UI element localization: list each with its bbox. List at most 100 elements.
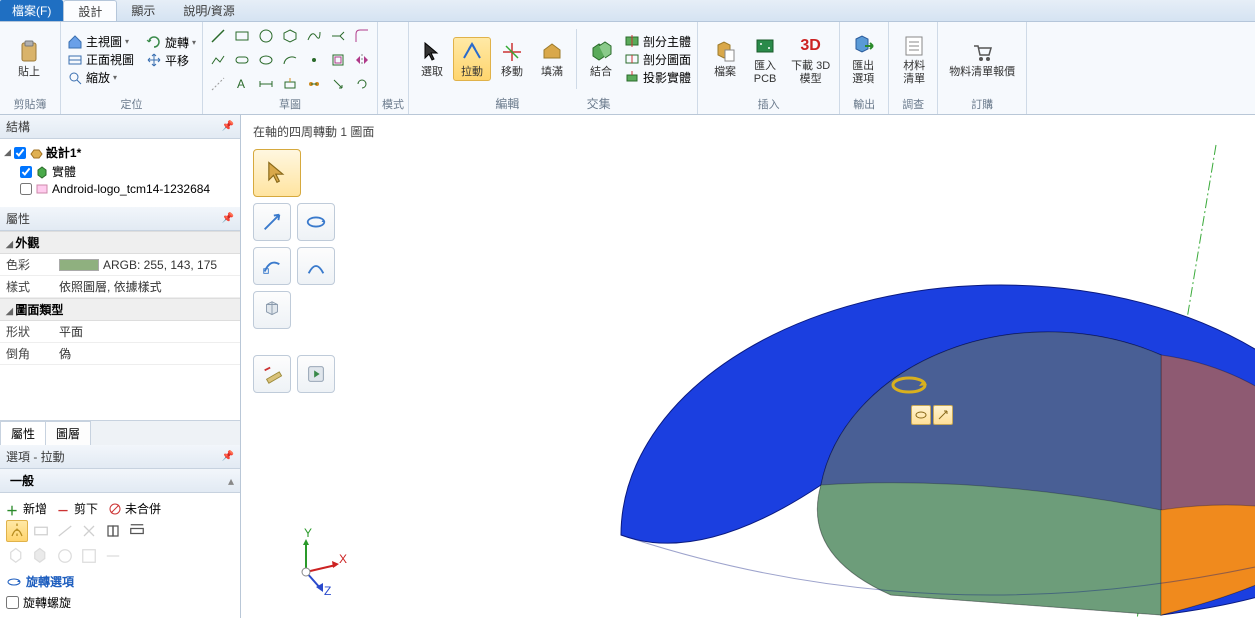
opt-add[interactable]: ＋新增 (6, 500, 47, 517)
constraint-icon[interactable] (303, 73, 325, 95)
group-edit: 選取 拉動 移動 填滿 結合 剖分主體 剖分圖面 投影實體 (409, 22, 698, 114)
properties-header: 屬性 📌 (0, 207, 240, 231)
zoom-view[interactable]: 縮放▾ (65, 69, 136, 86)
opt-nomerge[interactable]: 未合併 (108, 500, 161, 517)
insert-file[interactable]: 檔案 (706, 37, 744, 81)
spline-icon[interactable] (303, 25, 325, 47)
file-insert-icon (713, 40, 737, 64)
group-output: 匯出 選項 輸出 (840, 22, 889, 114)
section-appearance[interactable]: 外觀 (0, 231, 240, 254)
vp-play[interactable] (297, 355, 335, 393)
point-icon[interactable] (303, 49, 325, 71)
tab-layers[interactable]: 圖層 (45, 421, 91, 445)
rotate-handle[interactable] (889, 373, 929, 400)
options-general-head[interactable]: 一般 ▴ (0, 469, 240, 493)
section-facetype[interactable]: 圖面類型 (0, 298, 240, 321)
prop-color[interactable]: 色彩 ARGB: 255, 143, 175 (0, 254, 240, 276)
paste-label: 貼上 (18, 66, 40, 78)
mirror-icon[interactable] (351, 49, 373, 71)
opt-cut[interactable]: －剪下 (57, 500, 98, 517)
cursor-icon (420, 40, 444, 64)
prop-style[interactable]: 樣式 依照圖層, 依據樣式 (0, 276, 240, 298)
home-view[interactable]: 主視圖▾ (65, 33, 136, 50)
rotate2d-icon[interactable] (351, 73, 373, 95)
offset-icon[interactable] (327, 49, 349, 71)
pin-icon-3[interactable]: 📌 (222, 451, 234, 462)
import-pcb[interactable]: 匯入 PCB (746, 31, 784, 87)
vp-draft[interactable] (297, 247, 335, 285)
trim-icon[interactable] (327, 25, 349, 47)
text-icon[interactable]: A (231, 73, 253, 95)
export-button[interactable]: 匯出 選項 (844, 31, 882, 87)
viewport[interactable]: 在軸的四周轉動 1 圖面 (241, 115, 1255, 618)
rotate-options-head[interactable]: 旋轉選項 (6, 573, 234, 590)
structure-header: 結構 📌 (0, 115, 240, 139)
pan-view[interactable]: 平移 (144, 52, 198, 69)
rect-icon[interactable] (231, 25, 253, 47)
opt-revolve-icon[interactable] (6, 520, 28, 542)
group-clipboard-label: 剪貼簿 (4, 95, 56, 114)
tree-root[interactable]: ◢ 設計1* (2, 143, 238, 162)
properties-grid: 外觀 色彩 ARGB: 255, 143, 175 樣式 依照圖層, 依據樣式 … (0, 231, 240, 420)
pin-icon-2[interactable]: 📌 (222, 213, 234, 224)
tab-display[interactable]: 顯示 (117, 0, 169, 21)
arc-icon[interactable] (279, 49, 301, 71)
bom-icon (902, 34, 926, 58)
download-3d[interactable]: 3D 下載 3D 模型 (786, 31, 835, 87)
group-output-label: 輸出 (844, 95, 884, 114)
fillet2d-icon[interactable] (351, 25, 373, 47)
vp-arrow[interactable] (253, 203, 291, 241)
bom-button[interactable]: 材料 清單 (895, 31, 933, 87)
project-body[interactable]: 投影實體 (622, 69, 693, 86)
split-face[interactable]: 剖分圖面 (622, 51, 693, 68)
construct-icon[interactable] (207, 73, 229, 95)
root-check[interactable] (14, 147, 26, 159)
paste-button[interactable]: 貼上 (4, 37, 54, 81)
badge-revolve-icon[interactable] (911, 405, 931, 425)
prop-chamfer[interactable]: 倒角 偽 (0, 343, 240, 365)
ellipse-icon[interactable] (255, 49, 277, 71)
split-face-icon (624, 51, 640, 67)
select-button[interactable]: 選取 (413, 37, 451, 81)
tab-design[interactable]: 設計 (63, 0, 117, 21)
vp-upto[interactable] (253, 291, 291, 329)
file-menu[interactable]: 檔案(F) (0, 0, 63, 21)
rotate-view[interactable]: 旋轉▾ (144, 34, 198, 51)
fill-button[interactable]: 填滿 (533, 37, 571, 81)
pin-icon[interactable]: 📌 (222, 121, 234, 132)
combine-icon (589, 40, 613, 64)
mini-badges (911, 405, 953, 425)
vp-revolve[interactable] (297, 203, 335, 241)
pull-button[interactable]: 拉動 (453, 37, 491, 81)
split-body[interactable]: 剖分主體 (622, 33, 693, 50)
prop-shape[interactable]: 形狀 平面 (0, 321, 240, 343)
badge-arrow-icon[interactable] (933, 405, 953, 425)
polyline-icon[interactable] (207, 49, 229, 71)
image-check[interactable] (20, 183, 32, 195)
circle-icon[interactable] (255, 25, 277, 47)
opt-t2 (54, 520, 76, 542)
combine-button[interactable]: 結合 (582, 37, 620, 81)
tree-solid[interactable]: 實體 (2, 162, 238, 181)
move2d-icon[interactable] (327, 73, 349, 95)
vp-ruler[interactable] (253, 355, 291, 393)
vp-sweep[interactable] (253, 247, 291, 285)
move-button[interactable]: 移動 (493, 37, 531, 81)
dim-icon[interactable] (255, 73, 277, 95)
design-icon (29, 146, 43, 160)
tab-props[interactable]: 屬性 (0, 421, 46, 445)
svg-text:Y: Y (304, 526, 312, 540)
line-icon[interactable] (207, 25, 229, 47)
hex-icon[interactable] (279, 25, 301, 47)
slot-icon[interactable] (231, 49, 253, 71)
quote-button[interactable]: 物料清單報價 (942, 37, 1022, 81)
helix-check[interactable]: 旋轉螺旋 (6, 594, 71, 611)
tree-image[interactable]: Android-logo_tcm14-1232684 (2, 181, 238, 197)
project-icon[interactable] (279, 73, 301, 95)
opt-t5[interactable] (126, 520, 148, 542)
tab-help[interactable]: 說明/資源 (169, 0, 248, 21)
solid-check[interactable] (20, 166, 32, 178)
opt-t4[interactable] (102, 520, 124, 542)
front-view[interactable]: 正面視圖 (65, 51, 136, 68)
vp-select[interactable] (253, 149, 301, 197)
